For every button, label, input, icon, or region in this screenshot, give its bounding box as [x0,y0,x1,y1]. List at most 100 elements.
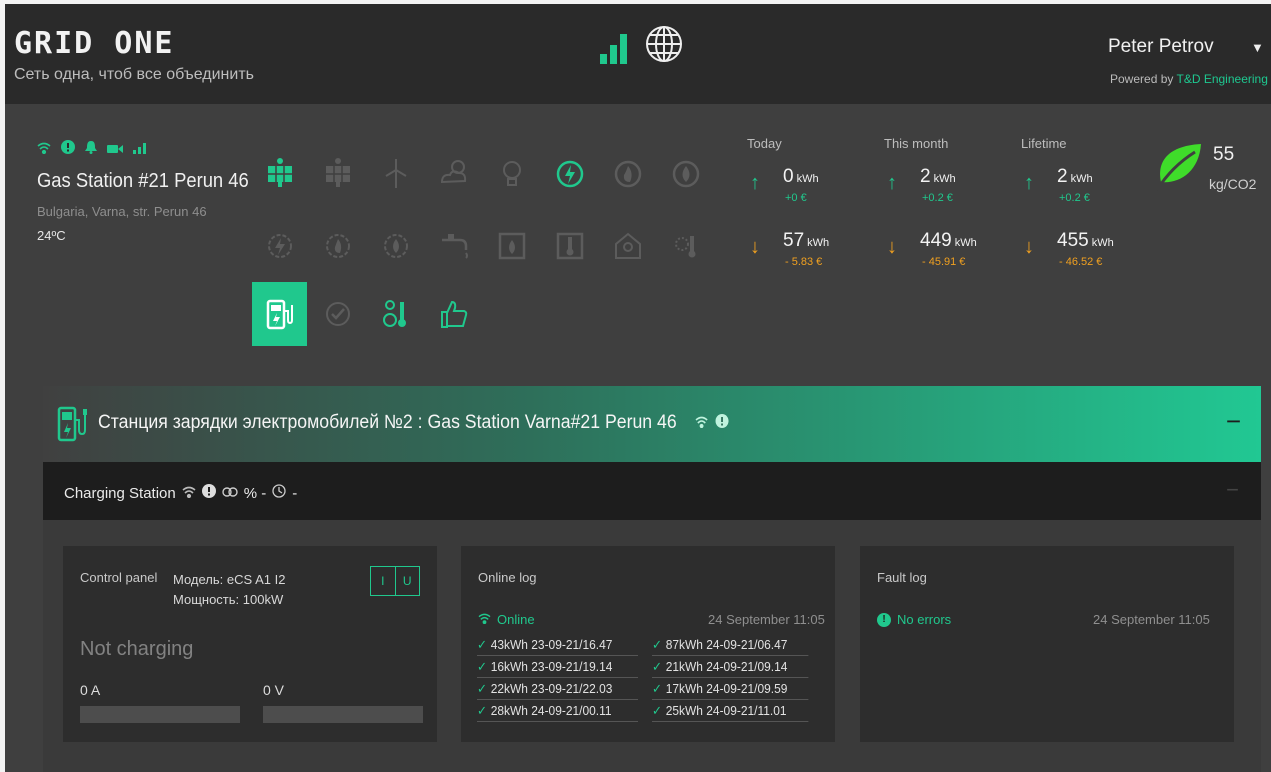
water-tank-icon[interactable] [484,214,539,278]
collapse-button[interactable]: − [1226,406,1241,437]
site-address: Bulgaria, Varna, str. Perun 46 [37,204,207,219]
stat-incoming: ↑ 2 kWh +0.2 € [884,166,1014,206]
site-temperature: 24ºC [37,228,66,243]
percent-value: % - [243,484,267,502]
stat-unit: kWh [796,173,819,185]
camera-icon [107,141,123,159]
stat-money: - 45.91 € [922,256,966,268]
thermometer-icon[interactable] [542,214,597,278]
fault-log-card: Fault log ! No errors 24 September 11:05 [860,546,1234,742]
solar-panel-icon[interactable] [252,142,307,206]
stat-col-lifetime: Lifetime ↑ 2 kWh +0.2 € ↓ 455 kWh - 46.52 … [1021,136,1151,268]
wifi-icon [478,612,491,627]
light-bulb-icon[interactable] [484,142,539,206]
io-toggle[interactable]: I U [370,566,420,596]
stat-money: +0 € [785,192,807,204]
co2-unit: kg/CO2 [1209,176,1257,192]
stat-unit: kWh [933,173,956,185]
gas-meter-icon[interactable] [600,142,655,206]
charging-status: Not charging [80,638,194,660]
thumbs-up-icon[interactable] [426,282,481,346]
log-entry-text: 21kWh 24-09-21/09.14 [665,659,788,674]
power-text: Мощность: 100kW [173,592,284,607]
device-header[interactable]: Станция зарядки электромобилей №2 : Gas … [43,386,1261,462]
stat-unit: kWh [1091,237,1114,249]
solar-panel-icon[interactable] [310,142,365,206]
temperature-sun-icon[interactable] [658,214,713,278]
collapse-button-secondary[interactable]: − [1226,477,1239,503]
electric-gauge-icon[interactable] [252,214,307,278]
app-tagline: Сеть одна, чтоб все объединить [14,66,254,83]
site-name: Gas Station #21 Perun 46 [37,170,249,192]
charging-station-bar[interactable]: Charging Station % - - − [43,462,1261,520]
stat-outgoing: ↓ 57 kWh - 5.83 € [747,230,877,270]
timer-value: - [292,484,298,502]
wifi-icon [695,412,708,434]
log-entry-text: 25kWh 24-09-21/11.01 [665,703,787,718]
log-entry: ✓ 25kWh 24-09-21/11.01 [652,700,809,722]
stat-kwh: 0 kWh [783,166,819,188]
check-circle-icon[interactable] [310,282,365,346]
bell-icon [85,140,97,159]
stat-outgoing: ↓ 449 kWh - 45.91 € [884,230,1014,270]
leaf-icon [1155,144,1203,196]
check-icon: ✓ [477,637,488,652]
u-button[interactable]: U [394,567,420,595]
site-panel: Gas Station #21 Perun 46 Bulgaria, Varna… [20,122,1271,367]
fault-log-date: 24 September 11:05 [1093,612,1210,627]
online-log-entries: ✓ 43kWh 23-09-21/16.47 ✓ 87kWh 24-09-21/06.… [477,634,822,722]
log-entry: ✓ 21kWh 24-09-21/09.14 [652,656,809,678]
log-entry-text: 43kWh 23-09-21/16.47 [490,637,613,652]
arrow-up-icon: ↑ [887,172,897,194]
meter-thermometer-icon[interactable] [368,282,423,346]
stat-label: Lifetime [1021,136,1067,151]
stat-in-value: 0 [783,166,794,187]
stat-money: - 46.52 € [1059,256,1103,268]
powered-prefix: Powered by [1110,72,1174,86]
check-icon: ✓ [652,681,663,696]
log-entry-text: 87kWh 24-09-21/06.47 [665,637,788,652]
signal-bars-icon[interactable] [600,32,630,69]
wind-turbine-icon[interactable] [368,142,423,206]
gas-gauge-icon[interactable] [310,214,365,278]
on-button[interactable]: I [371,567,395,595]
fault-status-text: No errors [897,612,952,627]
stat-in-value: 2 [1057,166,1068,187]
model-info: Модель: eCS A1 I2 Мощность: 100kW [173,570,285,610]
subtitle-text: Charging Station [64,484,176,502]
log-entry-text: 17kWh 24-09-21/09.59 [665,681,788,696]
globe-icon[interactable] [644,24,684,69]
water-meter-icon[interactable] [658,142,713,206]
app-logo[interactable]: GRID ONE [14,26,175,61]
arrow-up-icon: ↑ [750,172,760,194]
powered-link[interactable]: T&D Engineering [1177,72,1268,86]
alert-icon [201,484,216,502]
stat-unit: kWh [1070,173,1093,185]
log-entry-text: 16kWh 23-09-21/19.14 [490,659,613,674]
stat-incoming: ↑ 2 kWh +0.2 € [1021,166,1151,206]
stat-in-value: 2 [920,166,931,187]
app-frame: GRID ONE Сеть одна, чтоб все объединить [5,4,1271,772]
co2-value: 55 [1213,144,1235,165]
weather-icon[interactable] [426,142,481,206]
stat-money: - 5.83 € [785,256,823,268]
model-text: Модель: eCS A1 I2 [173,572,286,587]
smart-home-icon[interactable] [600,214,655,278]
plug-icon [222,485,238,502]
log-entry-text: 28kWh 24-09-21/00.11 [490,703,612,718]
co2-savings: 55 kg/CO2 [1155,142,1256,197]
device-title-text: Станция зарядки электромобилей №2 : Gas … [98,412,677,434]
user-menu-caret-icon[interactable]: ▼ [1251,40,1264,55]
stat-money: +0.2 € [1059,192,1090,204]
water-gauge-icon[interactable] [368,214,423,278]
log-entry: ✓ 16kWh 23-09-21/19.14 [477,656,638,678]
ev-charger-icon[interactable] [252,282,307,346]
clock-icon [272,484,286,502]
user-name[interactable]: Peter Petrov [1108,36,1214,58]
site-status-icons [37,140,147,159]
online-status: Online [478,612,535,627]
faucet-icon[interactable] [426,214,481,278]
wifi-icon [37,141,51,159]
top-bar: GRID ONE Сеть одна, чтоб все объединить [5,4,1271,104]
electric-meter-icon[interactable] [542,142,597,206]
